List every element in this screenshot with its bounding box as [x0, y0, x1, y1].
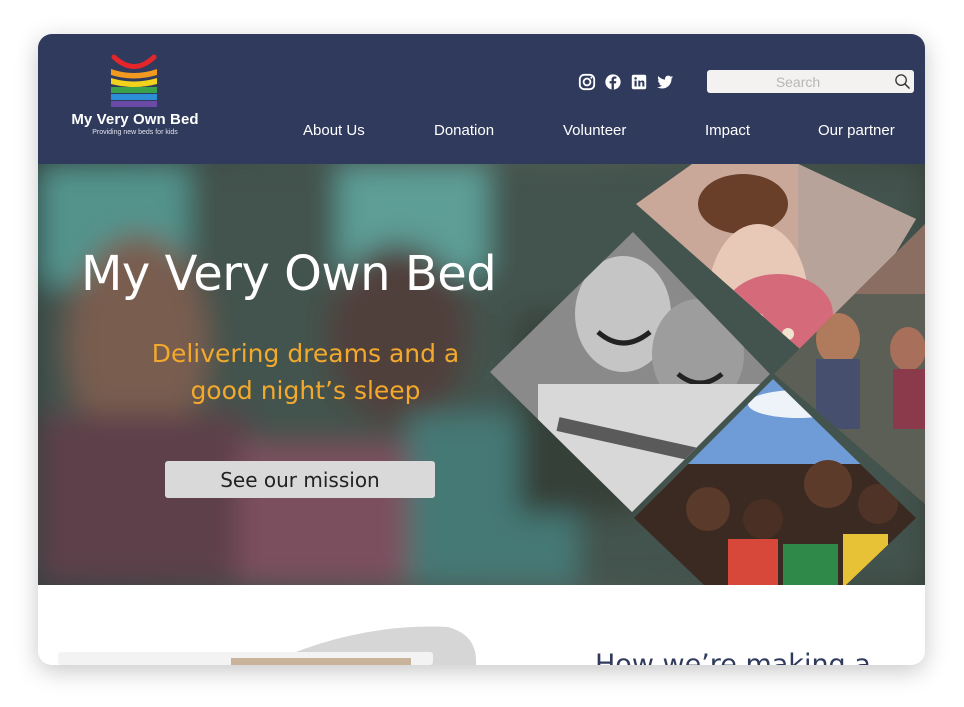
- main-nav: About Us Donation Volunteer Impact Our p…: [38, 122, 925, 146]
- search-icon[interactable]: [894, 73, 911, 90]
- nav-about-us[interactable]: About Us: [303, 122, 365, 139]
- nav-donation[interactable]: Donation: [434, 122, 494, 139]
- nav-volunteer[interactable]: Volunteer: [563, 122, 626, 139]
- section-heading: How we’re making a: [595, 649, 871, 665]
- photo-collage: [490, 164, 925, 585]
- rainbow-bed-logo-icon: [111, 54, 157, 107]
- site-header: My Very Own Bed Providing new beds for k…: [38, 34, 925, 164]
- social-links: [578, 71, 674, 93]
- nav-impact[interactable]: Impact: [705, 122, 750, 139]
- instagram-icon[interactable]: [578, 73, 596, 91]
- linkedin-icon[interactable]: [630, 73, 648, 91]
- nav-our-partner[interactable]: Our partner: [818, 122, 895, 139]
- hero-banner: My Very Own Bed Delivering dreams and a …: [38, 164, 925, 585]
- browser-page: My Very Own Bed Providing new beds for k…: [38, 34, 925, 665]
- impact-section: How we’re making a: [38, 585, 925, 665]
- search-box: [707, 70, 914, 93]
- twitter-icon[interactable]: [656, 73, 674, 91]
- facebook-icon[interactable]: [604, 73, 622, 91]
- search-input[interactable]: [713, 70, 883, 93]
